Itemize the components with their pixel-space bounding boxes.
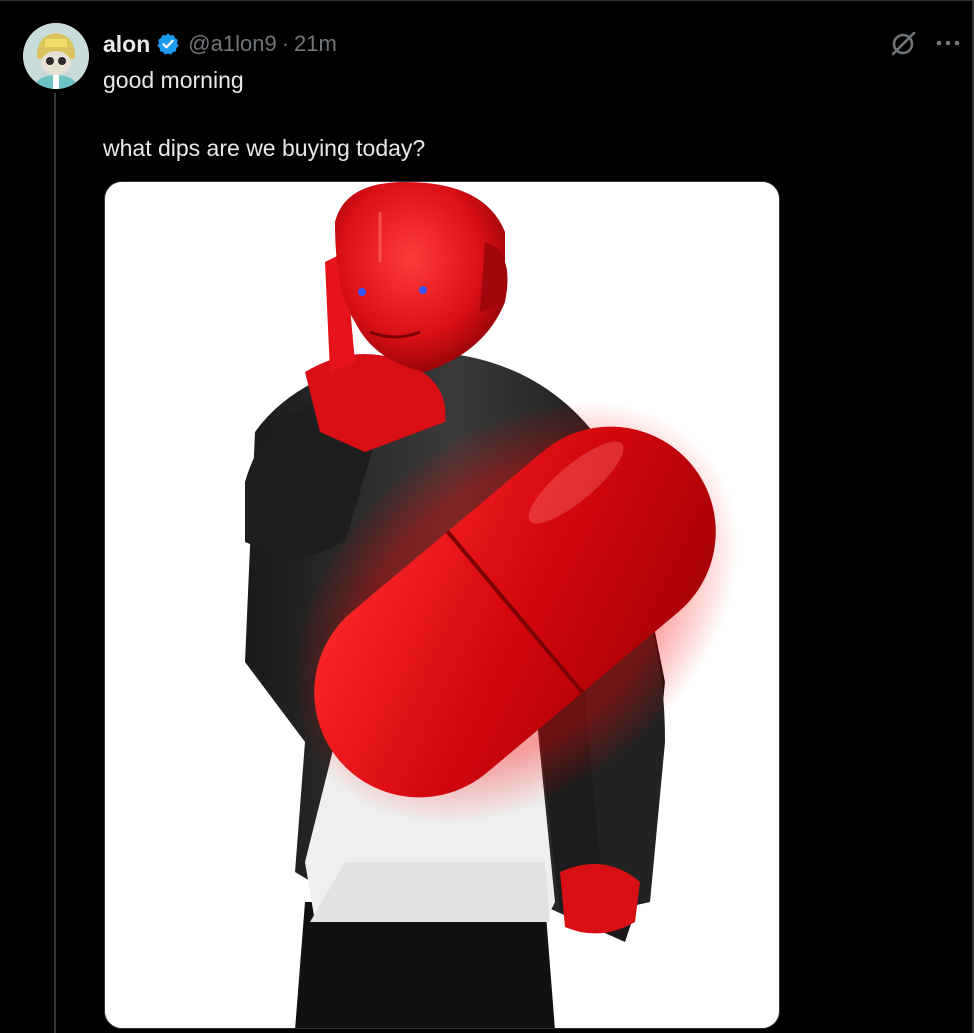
author-handle[interactable]: @a1lon9	[188, 31, 276, 57]
grok-icon[interactable]	[888, 29, 918, 59]
verified-badge-icon[interactable]	[156, 32, 180, 56]
post-text: good morning what dips are we buying tod…	[103, 65, 425, 163]
post-header: alon @a1lon9 · 21m	[103, 29, 337, 59]
avatar[interactable]	[23, 23, 89, 89]
post-timestamp[interactable]: 21m	[294, 31, 337, 57]
author-name[interactable]: alon	[103, 31, 150, 58]
more-options-icon[interactable]	[934, 31, 962, 55]
separator-dot: ·	[281, 31, 290, 56]
post-text-line-2: what dips are we buying today?	[103, 135, 426, 161]
thread-connector-line	[54, 93, 56, 1033]
post-container[interactable]: alon @a1lon9 · 21m good morning what dip…	[0, 0, 974, 1033]
post-text-line-1: good morning	[103, 67, 244, 93]
post-media-image[interactable]	[104, 181, 780, 1029]
